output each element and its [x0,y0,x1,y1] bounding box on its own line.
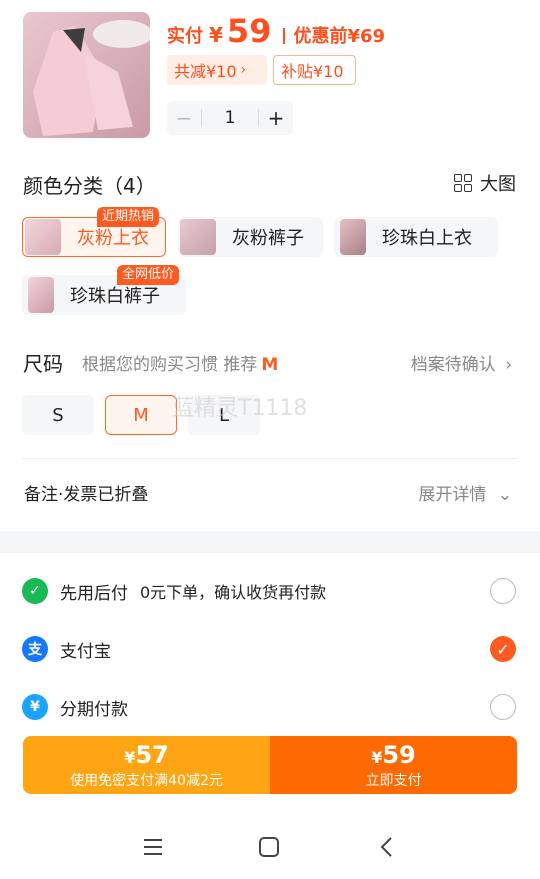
color-option-pearl-white-top[interactable]: 珍珠白上衣 [334,217,498,257]
price-before-discount: 优惠前¥69 [293,26,386,47]
color-option-label: 灰粉裤子 [232,228,304,249]
left-amount: 57 [135,740,169,769]
archive-label: 档案待确认 [410,355,496,375]
payment-name: 先用后付 [60,583,128,604]
total-discount-label: 共减¥10 [174,62,237,81]
payment-desc: 0元下单，确认收货再付款 [140,583,327,602]
subsidy-label: 补贴¥10 [281,62,344,81]
size-option-l[interactable]: L [188,395,260,435]
radio-unchecked[interactable] [490,694,516,720]
chevron-right-icon: › [240,62,247,78]
quantity-stepper: − 1 + [167,101,293,135]
quantity-value[interactable]: 1 [201,109,259,127]
size-recommendation: 根据您的购买习惯 推荐 M [82,350,278,375]
color-option-label: 灰粉上衣 [77,228,149,249]
lowest-price-badge: 全网低价 [117,265,180,285]
payment-name: 支付宝 [60,641,111,662]
pay-now-button[interactable]: ¥59 立即支付 [270,736,517,794]
subsidy-tag: 补贴¥10 [273,55,356,85]
size-archive-link[interactable]: 档案待确认 › [411,350,512,375]
currency-symbol: ¥ [124,747,136,767]
currency-symbol: ¥ [209,23,223,47]
expand-label: 展开详情 [418,485,487,505]
menu-icon[interactable] [138,835,168,859]
pay-now-amount: ¥59 [371,741,416,772]
grid-icon [454,174,472,192]
paid-label: 实付 [167,26,203,47]
color-swatch [180,219,216,255]
color-swatch [25,219,61,255]
pay-now-label: 立即支付 [365,772,422,789]
radio-checked[interactable]: ✓ [490,636,516,662]
chevron-down-icon: ⌄ [497,485,512,505]
color-option-label: 珍珠白裤子 [70,286,160,307]
pay-bar: ¥57 使用免密支付满40减2元 ¥59 立即支付 [23,736,517,794]
radio-unchecked[interactable] [490,578,516,604]
paid-amount: 59 [226,12,272,50]
color-option-gray-pink-pants[interactable]: 灰粉裤子 [178,217,323,257]
product-image[interactable] [23,12,150,138]
payment-method-alipay[interactable]: 支 支付宝 ✓ [22,631,518,667]
section-separator [0,531,540,553]
system-nav-bar [0,815,540,879]
payment-method-bnpl[interactable]: ✓ 先用后付 0元下单，确认收货再付款 [22,573,518,609]
size-option-s[interactable]: S [22,395,94,435]
total-discount-tag[interactable]: 共减¥10 › [167,55,267,85]
password-free-pay-button[interactable]: ¥57 使用免密支付满40减2元 [23,736,270,794]
recommended-size: M [261,355,279,375]
right-amount: 59 [382,740,416,769]
divider [22,458,518,459]
back-icon[interactable] [372,835,402,859]
color-swatch [340,219,366,255]
hot-sale-badge: 近期热销 [97,207,160,227]
password-free-label: 使用免密支付满40减2元 [70,772,223,789]
bnpl-icon: ✓ [22,578,48,604]
size-hint-text: 根据您的购买习惯 推荐 [82,355,258,375]
remark-invoice-label: 备注·发票已折叠 [24,485,149,505]
size-section-title: 尺码 [23,352,63,376]
password-free-amount: ¥57 [124,741,169,772]
payment-method-installment[interactable]: ¥ 分期付款 [22,689,518,725]
chevron-right-icon: › [505,355,512,375]
color-section-title: 颜色分类（4） [23,174,156,198]
size-option-m[interactable]: M [105,395,177,435]
payment-name: 分期付款 [60,699,128,720]
home-icon[interactable] [254,835,284,859]
color-swatch [28,277,54,313]
big-picture-button[interactable]: 大图 [454,170,516,196]
expand-details-button[interactable]: 展开详情 ⌄ [418,480,512,505]
price-divider [283,28,286,44]
decrease-button[interactable]: − [167,106,201,130]
currency-symbol: ¥ [371,747,383,767]
big-picture-label: 大图 [480,174,516,195]
alipay-icon: 支 [22,636,48,662]
color-option-label: 珍珠白上衣 [382,228,472,249]
increase-button[interactable]: + [259,106,293,130]
installment-icon: ¥ [22,694,48,720]
